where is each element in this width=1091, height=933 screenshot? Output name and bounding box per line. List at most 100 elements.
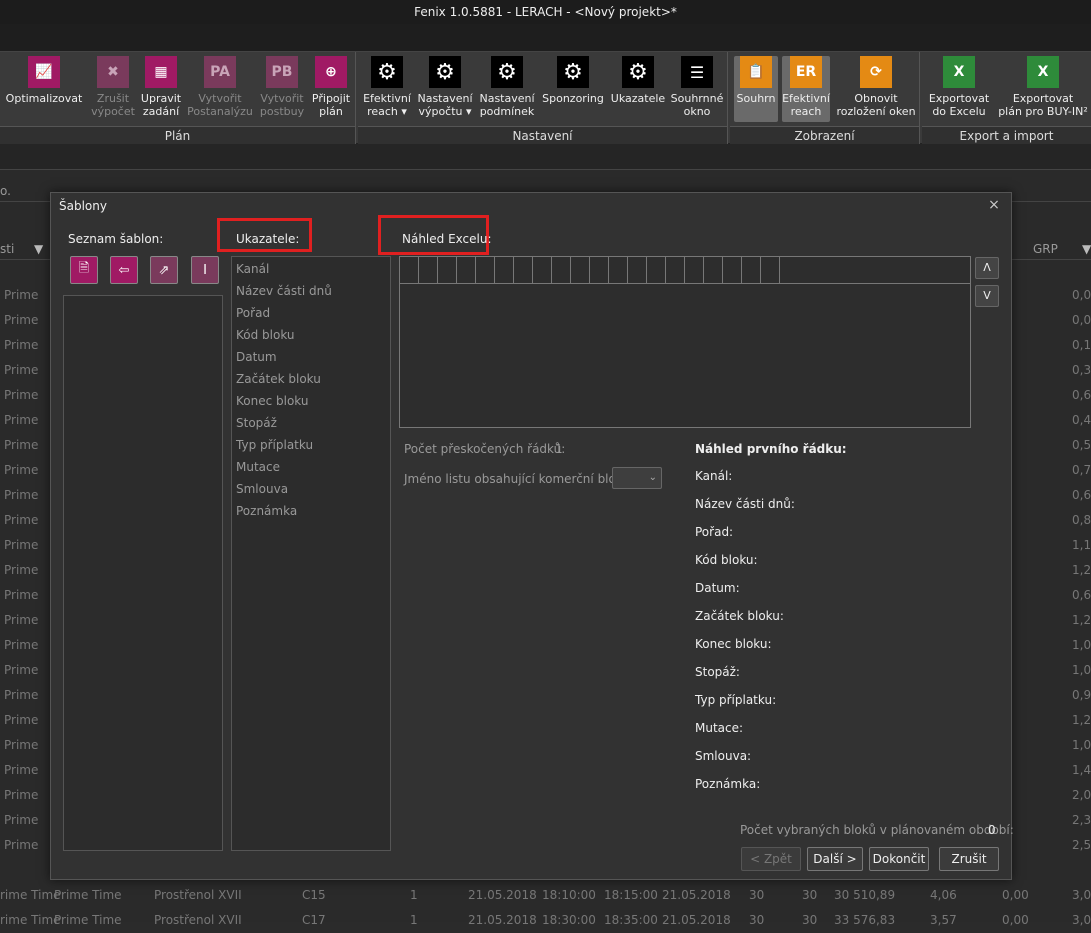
edit-assignment-button[interactable]: ▦ Upravit zadání [140,56,182,118]
preview-column-cell[interactable] [514,257,533,283]
attach-file-icon: ⊕ [315,56,347,88]
close-icon[interactable]: × [987,198,1001,212]
row-grp-cell: 1,20 [1072,713,1091,727]
restore-layout-button[interactable]: ⟳ Obnovit rozložení oken [834,56,918,118]
preview-column-cell[interactable] [419,257,438,283]
preview-column-cell[interactable] [704,257,723,283]
indicator-item[interactable]: Název části dnů [236,284,332,298]
first-row-field-label: Kód bloku: [695,553,758,567]
first-row-field-label: Název části dnů: [695,497,795,511]
attach-plan-button[interactable]: ⊕ Připojit plán [310,56,352,118]
preview-column-cell[interactable] [476,257,495,283]
export1-label-1: Exportovat [928,92,990,105]
cancel-button[interactable]: Zrušit [939,847,999,871]
preview-column-cell[interactable] [666,257,685,283]
indicators-ribbon-label: Ukazatele [610,92,666,105]
bg-col-sti: sti [0,242,15,256]
indicators-label: Ukazatele: [236,232,300,246]
export-excel-button[interactable]: X Exportovat do Excelu [926,56,992,118]
indicators-list[interactable] [231,256,391,851]
row-grp-cell: 1,10 [1072,538,1091,552]
indicator-item[interactable]: Datum [236,350,277,364]
conditions-settings-button[interactable]: ⚙ Nastavení podmínek [478,56,536,118]
move-down-button[interactable]: V [975,285,999,307]
excel-preview-header [400,257,780,283]
sheet-name-dropdown[interactable]: ⌄ [612,467,662,489]
ribbon-group-view: 📋 Souhrn ER Efektivní reach ⟳ Obnovit ro… [730,52,920,144]
new-template-button[interactable]: 🗎 [70,256,98,284]
summary-window-button[interactable]: ☰ Souhrnné okno [670,56,724,118]
indicator-item[interactable]: Kanál [236,262,269,276]
export-buyin-button[interactable]: X Exportovat plán pro BUY-IN² [996,56,1090,118]
skipped-rows-value[interactable]: 1 [555,442,563,456]
table-cell: 3,05 [1072,888,1091,902]
document-list-icon: ☰ [681,56,713,88]
table-row[interactable]: rime Time Prime Time Prostřenol XVII C17 1 21… [0,908,1091,933]
preview-column-cell[interactable] [761,257,780,283]
indicator-item[interactable]: Začátek bloku [236,372,321,386]
preview-column-cell[interactable] [723,257,742,283]
ribbon-group-settings: ⚙ Efektivní reach ▾ ⚙ Nastavení výpočtu … [358,52,728,144]
preview-column-cell[interactable] [628,257,647,283]
first-row-field-label: Konec bloku: [695,637,772,651]
indicator-item[interactable]: Mutace [236,460,280,474]
preview-column-cell[interactable] [438,257,457,283]
row-type-cell: Prime [4,763,39,777]
row-grp-cell: 1,00 [1072,663,1091,677]
filter-icon[interactable]: ▼ [34,242,43,256]
preview-column-cell[interactable] [647,257,666,283]
cancel-calculation-button[interactable]: ✖ Zrušit výpočet [88,56,138,118]
indicator-item[interactable]: Pořad [236,306,270,320]
sponsoring-button[interactable]: ⚙ Sponzoring [540,56,606,105]
preview-column-cell[interactable] [495,257,514,283]
effective-reach-toggle-button[interactable]: ER Efektivní reach [782,56,830,122]
table-cell: 0,00 [1002,913,1029,927]
table-row[interactable]: rime Time Prime Time Prostřenol XVII C15 1 21… [0,883,1091,908]
row-grp-cell: 2,50 [1072,838,1091,852]
optimize-label: Optimalizovat [5,92,83,105]
create-postanalysis-button[interactable]: PA Vytvořit Postanalýzu [186,56,254,118]
filter-icon[interactable]: ▼ [1082,242,1091,256]
template-list-label: Seznam šablon: [68,232,164,246]
export2-label-2: plán pro BUY-IN² [998,105,1088,118]
table-cell: 1 [410,913,418,927]
summary-toggle-button[interactable]: 📋 Souhrn [734,56,778,122]
preview-column-cell[interactable] [571,257,590,283]
preview-column-cell[interactable] [609,257,628,283]
preview-column-cell[interactable] [590,257,609,283]
calculation-settings-button[interactable]: ⚙ Nastavení výpočtu ▾ [416,56,474,118]
create-postbuy-button[interactable]: PB Vytvořit postbuy [258,56,306,118]
indicator-item[interactable]: Smlouva [236,482,288,496]
table-cell: 18:10:00 [542,888,596,902]
rename-template-button[interactable]: I [191,256,219,284]
optimize-button[interactable]: 📈 Optimalizovat [4,56,84,105]
import-template-button[interactable]: ⇦ [110,256,138,284]
table-cell: 0,00 [1002,888,1029,902]
selected-blocks-label: Počet vybraných bloků v plánovaném obdob… [740,823,1014,837]
export-template-button[interactable]: ⇗ [150,256,178,284]
indicator-item[interactable]: Stopáž [236,416,277,430]
move-up-button[interactable]: Λ [975,257,999,279]
row-type-cell: Prime [4,388,39,402]
effective-reach-settings-button[interactable]: ⚙ Efektivní reach ▾ [362,56,412,118]
preview-column-cell[interactable] [533,257,552,283]
preview-column-cell[interactable] [742,257,761,283]
indicator-item[interactable]: Typ příplatku [236,438,313,452]
next-button[interactable]: Další > [807,847,863,871]
preview-column-cell[interactable] [552,257,571,283]
indicator-item[interactable]: Konec bloku [236,394,309,408]
finish-button[interactable]: Dokončit [869,847,929,871]
back-button[interactable]: < Zpět [741,847,801,871]
row-grp-cell: 1,20 [1072,613,1091,627]
gear-icon: ⚙ [622,56,654,88]
preview-column-cell[interactable] [400,257,419,283]
template-list[interactable] [63,295,223,851]
preview-column-cell[interactable] [685,257,704,283]
preview-column-cell[interactable] [457,257,476,283]
row-type-cell: Prime [4,338,39,352]
nastpod-label-2: podmínek [479,105,535,118]
indicators-button[interactable]: ⚙ Ukazatele [610,56,666,105]
indicator-item[interactable]: Poznámka [236,504,297,518]
row-grp-cell: 0,30 [1072,363,1091,377]
indicator-item[interactable]: Kód bloku [236,328,295,342]
